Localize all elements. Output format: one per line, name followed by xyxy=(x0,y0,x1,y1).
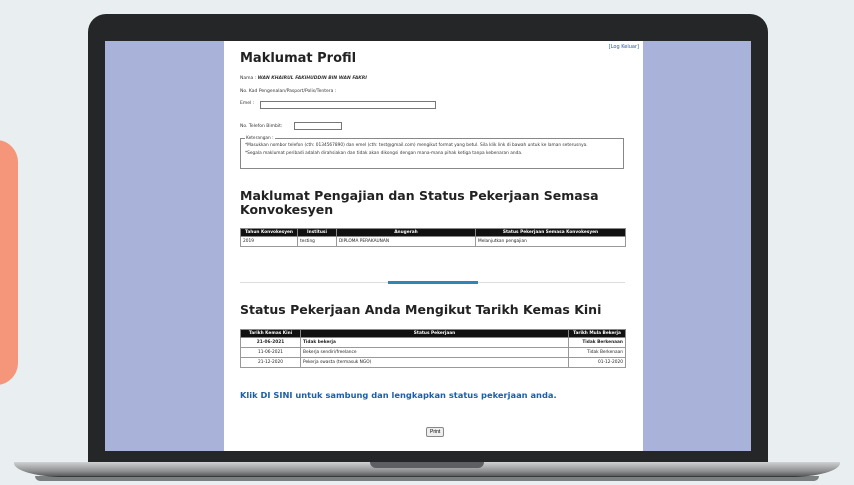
profile-title: Maklumat Profil xyxy=(240,51,357,66)
table-row: 21-12-2020 Pekerja swasta (termasuk NGO)… xyxy=(240,357,626,368)
col-header: Anugerah xyxy=(336,228,476,237)
table-row: 2019 testing DIPLOMA PERAKAUNAN Melanjut… xyxy=(240,236,626,247)
table-cell: Tidak Berkenaan xyxy=(568,347,626,358)
table-cell: Melanjutkan pengajian xyxy=(475,236,626,247)
study-title: Maklumat Pengajian dan Status Pekerjaan … xyxy=(240,188,599,217)
col-header: Institusi xyxy=(297,228,337,237)
table-cell: 21-12-2020 xyxy=(240,357,301,368)
email-label: Emel : xyxy=(240,101,255,106)
laptop-shadow xyxy=(35,476,819,481)
decorative-orange-shape xyxy=(0,140,18,385)
table-cell: 21-06-2021 xyxy=(240,337,301,348)
email-field[interactable] xyxy=(260,101,436,109)
col-header: Status Pekerjaan Semasa Konvokesyen xyxy=(475,228,626,237)
divider-accent xyxy=(388,281,478,284)
table-row: 21-06-2021 Tidak bekerja Tidak Berkenaan xyxy=(240,337,626,348)
table-cell: 01-12-2020 xyxy=(568,357,626,368)
laptop-screen: [Log Keluar] Maklumat Profil Nama : WAN … xyxy=(105,41,751,451)
notes-line-2: *Segala maklumat peribadi adalah dirahsi… xyxy=(245,150,523,156)
status-title: Status Pekerjaan Anda Mengikut Tarikh Ke… xyxy=(240,302,602,317)
col-header: Tarikh Mula Bekerja xyxy=(568,329,626,338)
notes-box: Keterangan : *Masukkan nombor telefon (c… xyxy=(240,136,624,169)
table-cell: Tidak Berkenaan xyxy=(568,337,626,348)
table-cell: Tidak bekerja xyxy=(300,337,569,348)
table-cell: Pekerja swasta (termasuk NGO) xyxy=(300,357,569,368)
col-header: Status Pekerjaan xyxy=(300,329,569,338)
continue-link[interactable]: Klik DI SINI untuk sambung dan lengkapka… xyxy=(240,390,557,400)
study-table: Tahun Konvokesyen Institusi Anugerah Sta… xyxy=(240,228,626,247)
name-row: Nama : WAN KHAIRUL FAKIHUDDIN BIN WAN FA… xyxy=(240,76,367,81)
table-cell: 11-06-2021 xyxy=(240,347,301,358)
web-page: [Log Keluar] Maklumat Profil Nama : WAN … xyxy=(224,41,643,451)
table-header: Tarikh Kemas Kini Status Pekerjaan Tarik… xyxy=(240,329,626,338)
table-cell: testing xyxy=(297,236,337,247)
print-button[interactable]: Print xyxy=(426,427,445,437)
table-row: 11-06-2021 Bekerja sendiri/freelance Tid… xyxy=(240,347,626,358)
logout-link[interactable]: [Log Keluar] xyxy=(609,44,639,50)
table-cell: 2019 xyxy=(240,236,298,247)
name-label: Nama : xyxy=(240,76,257,81)
phone-field[interactable] xyxy=(294,122,342,130)
phone-label: No. Telefon Bimbit: xyxy=(240,124,283,129)
notes-title: Keterangan : xyxy=(245,136,275,141)
table-header: Tahun Konvokesyen Institusi Anugerah Sta… xyxy=(240,228,626,237)
laptop-notch xyxy=(370,462,484,468)
status-table: Tarikh Kemas Kini Status Pekerjaan Tarik… xyxy=(240,329,626,368)
notes-line-1: *Masukkan nombor telefon (cth: 013456789… xyxy=(245,143,588,148)
name-value: WAN KHAIRUL FAKIHUDDIN BIN WAN FAKRI xyxy=(257,76,367,81)
table-cell: DIPLOMA PERAKAUNAN xyxy=(336,236,476,247)
col-header: Tahun Konvokesyen xyxy=(240,228,298,237)
ic-label: No. Kad Pengenalan/Pasport/Polis/Tentera… xyxy=(240,89,337,94)
table-cell: Bekerja sendiri/freelance xyxy=(300,347,569,358)
col-header: Tarikh Kemas Kini xyxy=(240,329,301,338)
